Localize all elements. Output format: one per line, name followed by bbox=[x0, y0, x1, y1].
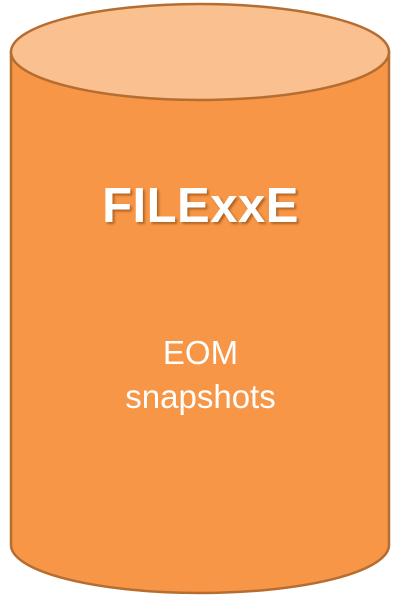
database-title: FILExxE bbox=[102, 179, 299, 233]
database-cylinder-diagram: FILExxE EOM snapshots bbox=[0, 0, 401, 597]
database-cylinder-shape bbox=[9, 2, 391, 595]
subtitle-line-1: EOM bbox=[162, 334, 239, 371]
database-subtitle: EOM snapshots bbox=[0, 331, 401, 419]
cylinder-body bbox=[9, 50, 391, 595]
subtitle-line-2: snapshots bbox=[125, 378, 276, 415]
cylinder-top bbox=[9, 2, 391, 102]
